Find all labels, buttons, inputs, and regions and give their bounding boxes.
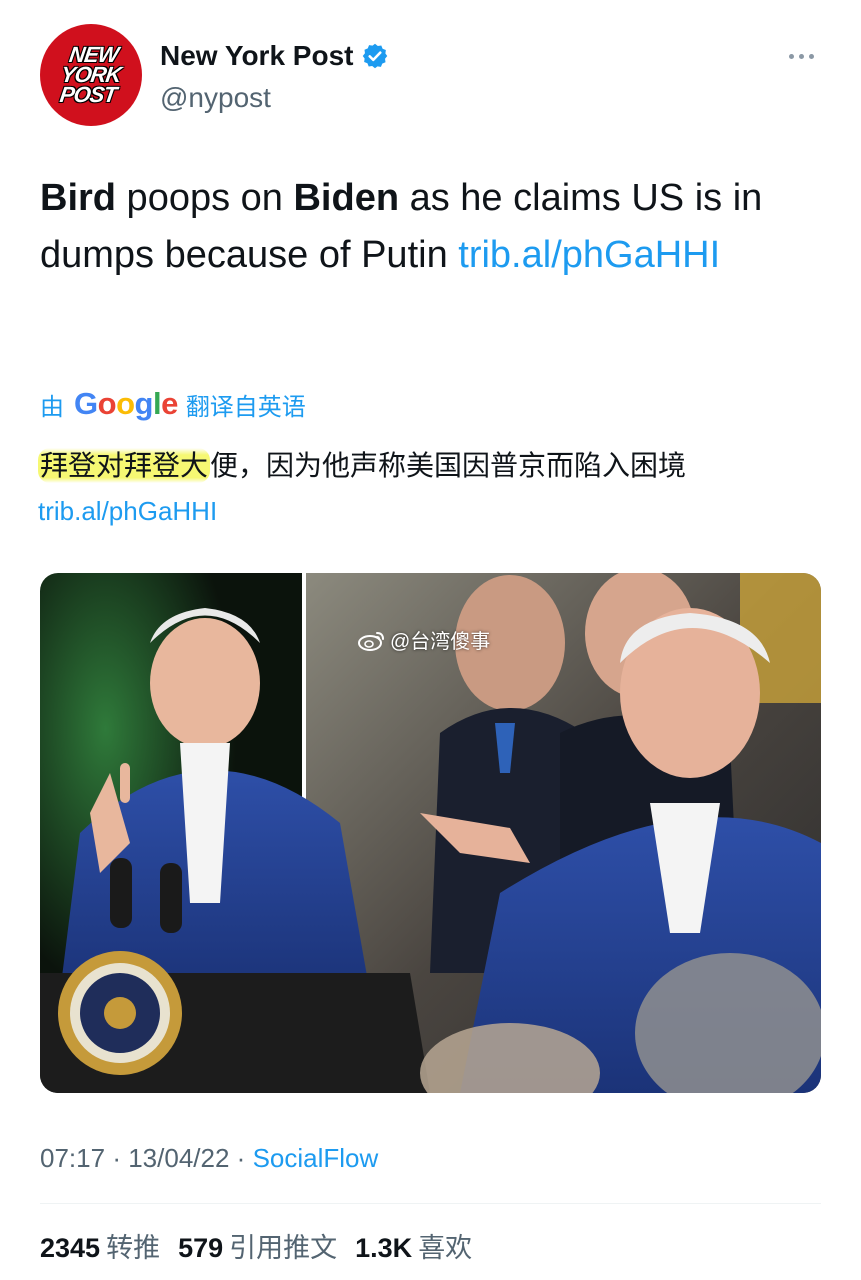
quote-tweet-count[interactable]: 579 引用推文 bbox=[178, 1226, 337, 1265]
author-display-name[interactable]: New York Post bbox=[160, 40, 353, 72]
tweet-media-image[interactable]: @台湾傻事 bbox=[40, 573, 821, 1093]
tweet-meta: 07:17 · 13/04/22 · SocialFlow bbox=[40, 1143, 378, 1174]
weibo-icon bbox=[358, 631, 384, 651]
tweet-date[interactable]: 13/04/22 bbox=[128, 1143, 229, 1173]
author-handle[interactable]: @nypost bbox=[160, 82, 271, 114]
highlighted-translation: 拜登对拜登大 bbox=[38, 448, 211, 483]
watermark-text: @台湾傻事 bbox=[390, 631, 491, 653]
author-name-row[interactable]: New York Post bbox=[160, 40, 389, 72]
divider bbox=[40, 1203, 821, 1204]
media-watermark: @台湾傻事 bbox=[358, 625, 490, 654]
meta-separator: · bbox=[236, 1143, 246, 1173]
tweet-text: Bird poops on Biden as he claims US is i… bbox=[40, 170, 810, 284]
translation-prefix: 由 bbox=[40, 393, 64, 421]
meta-separator: · bbox=[112, 1143, 121, 1173]
tweet-header: NEW YORK POST New York Post @nypost bbox=[40, 22, 820, 132]
tweet-link[interactable]: trib.al/phGaHHI bbox=[458, 234, 720, 276]
google-logo: Google bbox=[74, 386, 178, 421]
tweet-text-part: Biden bbox=[293, 177, 400, 219]
tweet-stats: 2345 转推 579 引用推文 1.3K 喜欢 bbox=[40, 1226, 472, 1265]
verified-badge-icon bbox=[363, 43, 388, 69]
translation-suffix: 翻译自英语 bbox=[185, 393, 306, 421]
tweet-text-part: Bird bbox=[40, 177, 116, 219]
tweet-text-part: poops on bbox=[116, 177, 294, 219]
retweet-count[interactable]: 2345 转推 bbox=[40, 1226, 160, 1265]
translated-text: 拜登对拜登大便，因为他声称美国因普京而陷入困境 bbox=[38, 446, 828, 486]
translation-rest: 便，因为他声称美国因普京而陷入困境 bbox=[210, 450, 687, 481]
nypost-logo: NEW YORK POST bbox=[58, 42, 123, 107]
tweet-time[interactable]: 07:17 bbox=[40, 1143, 105, 1173]
like-count[interactable]: 1.3K 喜欢 bbox=[355, 1226, 472, 1265]
translated-link[interactable]: trib.al/phGaHHI bbox=[38, 496, 217, 527]
more-options-icon[interactable] bbox=[785, 50, 818, 63]
tweet-source[interactable]: SocialFlow bbox=[253, 1143, 379, 1173]
avatar[interactable]: NEW YORK POST bbox=[40, 24, 142, 126]
translation-attribution[interactable]: 由 Google 翻译自英语 bbox=[40, 386, 306, 422]
